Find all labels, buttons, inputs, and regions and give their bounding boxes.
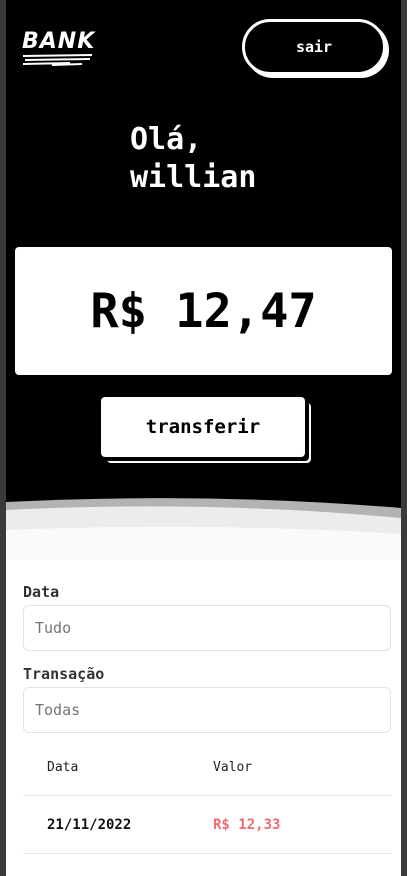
logo-underline-icon xyxy=(22,54,93,66)
transaction-filter-label: Transação xyxy=(23,665,105,683)
logout-button[interactable]: sair xyxy=(242,19,386,75)
hero-section: BANK sair Olá, willian R$ 12,47 transfer… xyxy=(6,0,401,560)
balance-card: R$ 12,47 xyxy=(15,247,392,375)
greeting-user-name: willian xyxy=(130,160,257,195)
app-frame: BANK sair Olá, willian R$ 12,47 transfer… xyxy=(6,0,401,876)
row-value: R$ 12,33 xyxy=(213,816,281,833)
bank-logo: BANK xyxy=(22,29,96,69)
table-header: Data Valor xyxy=(23,740,391,796)
transfer-button[interactable]: transferir xyxy=(101,397,305,457)
transactions-table: Data Valor 21/11/2022 R$ 12,33 xyxy=(23,740,391,854)
balance-value: R$ 12,47 xyxy=(90,283,317,339)
column-header-value: Valor xyxy=(213,760,253,775)
filters-panel: Data Transação xyxy=(23,583,391,733)
logo-text: BANK xyxy=(22,29,96,54)
greeting-line-1: Olá, xyxy=(130,122,203,157)
date-filter-input[interactable] xyxy=(23,605,391,651)
wave-divider xyxy=(6,498,401,560)
greeting: Olá, willian xyxy=(130,121,256,197)
row-date: 21/11/2022 xyxy=(47,816,132,833)
column-header-date: Data xyxy=(47,760,79,775)
date-filter-label: Data xyxy=(23,583,60,601)
table-row[interactable]: 21/11/2022 R$ 12,33 xyxy=(23,796,391,854)
transaction-filter-input[interactable] xyxy=(23,687,391,733)
